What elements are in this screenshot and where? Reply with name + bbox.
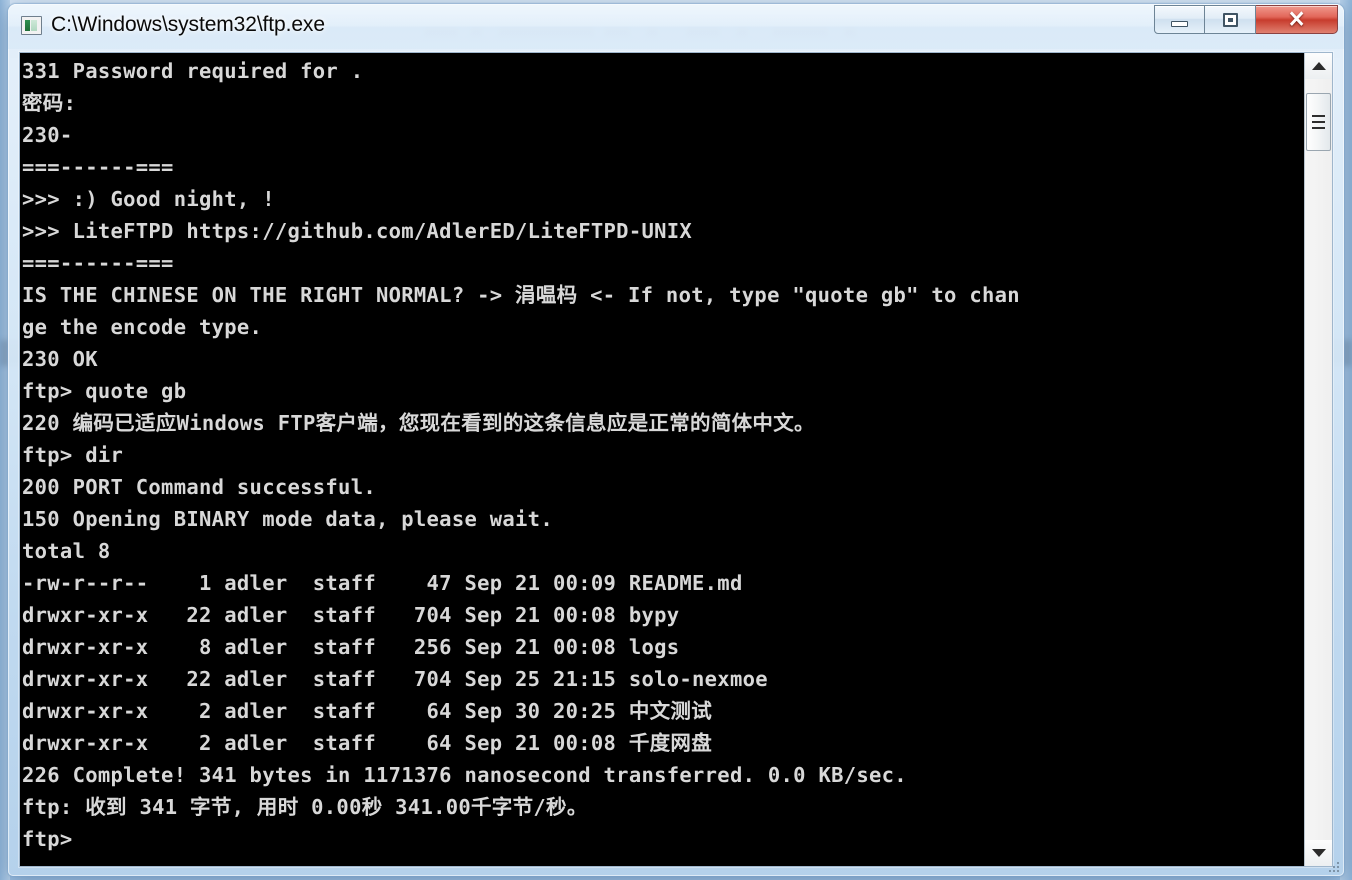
grip-line [1312,121,1325,123]
console-app-icon[interactable] [21,15,42,35]
app-icon-bar-light [31,19,37,31]
console-line: ftp> [22,827,73,851]
caption-button-group: ✕ [1154,5,1338,36]
grip-line [1312,115,1325,117]
console-line: ftp> quote gb [22,379,187,403]
console-line: drwxr-xr-x 8 adler staff 256 Sep 21 00:0… [22,635,680,659]
console-line: 220 编码已适应Windows FTP客户端，您现在看到的这条信息应是正常的简… [22,411,815,435]
console-line: drwxr-xr-x 22 adler staff 704 Sep 21 00:… [22,603,680,627]
scrollbar-track[interactable] [1305,79,1332,840]
console-line: IS THE CHINESE ON THE RIGHT NORMAL? -> 涓… [22,283,1020,307]
minimize-button[interactable] [1154,5,1205,34]
titlebar-left-group: C:\Windows\system32\ftp.exe [21,13,325,37]
console-line: -rw-r--r-- 1 adler staff 47 Sep 21 00:09… [22,571,743,595]
console-line: drwxr-xr-x 2 adler staff 64 Sep 21 00:08… [22,731,713,755]
scroll-up-button[interactable] [1305,53,1332,79]
ftp-console-window: C:\Windows\system32\ftp.exe ✕ 331 Passwo… [8,4,1344,876]
console-line: 230 OK [22,347,98,371]
minimize-icon [1171,21,1188,27]
console-line: 331 Password required for . [22,59,364,83]
console-scrollbar[interactable] [1304,53,1332,866]
console-line: >>> :) Good night, ! [22,187,275,211]
grip-line [1312,127,1325,129]
console-text-buffer: 331 Password required for . 密码: 230- ===---… [22,55,1304,855]
window-titlebar[interactable]: C:\Windows\system32\ftp.exe ✕ [8,4,1344,49]
resize-grip-icon[interactable] [1327,860,1341,874]
console-line: ge the encode type. [22,315,263,339]
scrollbar-thumb[interactable] [1306,93,1331,151]
close-icon: ✕ [1287,6,1306,32]
console-line: drwxr-xr-x 2 adler staff 64 Sep 30 20:25… [22,699,713,723]
app-icon-bar-green [25,19,30,31]
console-line: ===------=== [22,251,174,275]
chevron-up-icon [1311,62,1326,70]
console-line: ftp> dir [22,443,124,467]
console-line: ftp: 收到 341 字节, 用时 0.00秒 341.00千字节/秒。 [22,795,588,819]
console-line: 150 Opening BINARY mode data, please wai… [22,507,553,531]
window-title: C:\Windows\system32\ftp.exe [51,13,325,36]
console-line: 200 PORT Command successful. [22,475,376,499]
chevron-down-icon [1311,849,1326,857]
console-area: 331 Password required for . 密码: 230- ===---… [20,53,1332,866]
console-line: drwxr-xr-x 22 adler staff 704 Sep 25 21:… [22,667,768,691]
console-line: ===------=== [22,155,174,179]
console-output[interactable]: 331 Password required for . 密码: 230- ===---… [20,53,1304,866]
console-line: 230- [22,123,73,147]
restore-icon [1222,12,1238,27]
maximize-restore-button[interactable] [1205,5,1256,34]
console-line: 226 Complete! 341 bytes in 1171376 nanos… [22,763,907,787]
console-line: total 8 [22,539,111,563]
console-line: >>> LiteFTPD https://github.com/AdlerED/… [22,219,693,243]
console-line: 密码: [22,91,77,115]
close-button[interactable]: ✕ [1256,5,1338,34]
